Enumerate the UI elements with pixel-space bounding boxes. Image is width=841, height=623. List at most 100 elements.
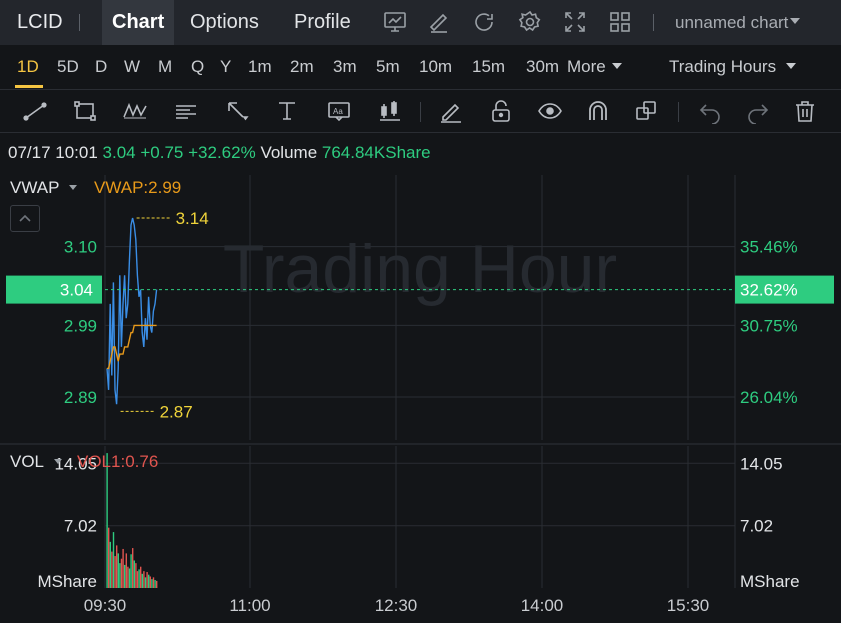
chart-name-label: unnamed chart: [675, 13, 789, 32]
volume-bar: [111, 551, 113, 588]
interval-w[interactable]: W: [124, 57, 140, 77]
edit-icon[interactable]: [427, 10, 451, 34]
fullscreen-icon[interactable]: [563, 10, 587, 34]
price-range-icon[interactable]: [275, 98, 301, 124]
volume-tick-right: 14.05: [740, 454, 783, 473]
volume-bar: [152, 577, 155, 588]
x-tick-label: 09:30: [84, 596, 127, 615]
interval-m[interactable]: M: [158, 57, 172, 77]
interval-15m[interactable]: 15m: [472, 57, 505, 77]
candle-icon[interactable]: [377, 98, 403, 124]
eye-icon[interactable]: [537, 98, 563, 124]
chart-canvas[interactable]: Trading Hour 3.10 2.99 2.89 35.46% 30.75% 26.0…: [0, 170, 841, 623]
price-tick-left: 2.89: [64, 388, 97, 407]
tab-options[interactable]: Options: [190, 0, 259, 45]
volume-bar: [138, 569, 140, 588]
interval-1d[interactable]: 1D: [17, 57, 39, 77]
vwap-indicator-toggle[interactable]: VWAP: [10, 178, 78, 198]
chevron-down-icon: [54, 459, 63, 464]
volume-bar: [143, 571, 145, 588]
chart-name-dropdown[interactable]: unnamed chart: [675, 13, 801, 33]
text-note-icon[interactable]: [173, 98, 199, 124]
volume-bar: [144, 577, 147, 588]
tab-chart[interactable]: Chart: [102, 0, 175, 45]
high-marker-label: 3.14: [176, 209, 209, 228]
volume-bar: [125, 553, 127, 588]
redo-icon[interactable]: [745, 98, 771, 125]
trend-line-icon[interactable]: [22, 98, 48, 124]
divider: [653, 14, 654, 31]
volume-bar: [132, 548, 134, 588]
volume-bar: [148, 574, 150, 588]
interval-30m[interactable]: 30m: [526, 57, 559, 77]
volume-bar: [154, 580, 156, 588]
layers-icon[interactable]: [633, 98, 659, 124]
vwap-indicator-name: VWAP: [10, 178, 60, 197]
volume-bar: [108, 527, 110, 588]
session-dropdown[interactable]: Trading Hours: [669, 57, 797, 77]
label-icon[interactable]: Aa: [326, 98, 352, 124]
volume-bar: [130, 554, 132, 588]
drawing-toolbar: Aa: [0, 89, 841, 133]
trash-icon[interactable]: [792, 98, 818, 124]
volume-bar: [116, 545, 118, 588]
quote-volume-label: Volume: [260, 143, 318, 162]
vol-indicator-value: VOL1:0.76: [77, 452, 159, 471]
pct-tick-right: 35.46%: [740, 238, 798, 257]
divider: [79, 14, 80, 31]
vol-indicator-name: VOL: [10, 452, 45, 471]
x-tick-label: 11:00: [229, 596, 270, 615]
arrow-icon[interactable]: [224, 98, 250, 124]
vol-indicator-toggle[interactable]: VOL: [10, 452, 63, 472]
chart-area[interactable]: Trading Hour 3.10 2.99 2.89 35.46% 30.75% 26.0…: [0, 170, 841, 623]
quote-change: +0.75: [140, 143, 184, 162]
interval-5m[interactable]: 5m: [376, 57, 400, 77]
interval-y[interactable]: Y: [220, 57, 231, 77]
interval-bar: 1D 5D D W M Q Y 1m 2m 3m 5m 10m 15m 30m …: [0, 45, 841, 89]
rectangle-icon[interactable]: [72, 98, 98, 124]
volume-bar: [120, 558, 123, 588]
interval-3m[interactable]: 3m: [333, 57, 357, 77]
volume-tick-left: 7.02: [64, 517, 97, 536]
interval-1m[interactable]: 1m: [248, 57, 272, 77]
quote-change-pct: +32.62%: [188, 143, 256, 162]
volume-unit-left: MShare: [37, 572, 97, 591]
top-bar: LCID Chart Options Profile unnamed chart: [0, 0, 841, 45]
interval-5d[interactable]: 5D: [57, 57, 79, 77]
x-tick-label: 15:30: [667, 596, 710, 615]
watermark-text: Trading Hour: [223, 231, 617, 307]
low-marker-label: 2.87: [160, 402, 193, 421]
volume-bar: [128, 568, 131, 588]
volume-bar: [156, 580, 158, 588]
chart-screen-icon[interactable]: [383, 10, 407, 34]
interval-more-dropdown[interactable]: More: [567, 57, 622, 77]
current-pct-tag-label: 32.62%: [740, 281, 798, 300]
magnet-icon[interactable]: [585, 98, 611, 124]
interval-d[interactable]: D: [95, 57, 107, 77]
undo-icon[interactable]: [697, 98, 723, 125]
brush-icon[interactable]: [438, 98, 464, 124]
session-label: Trading Hours: [669, 57, 777, 76]
divider: [420, 102, 421, 122]
lock-icon[interactable]: [488, 98, 514, 124]
interval-10m[interactable]: 10m: [419, 57, 452, 77]
collapse-panel-button[interactable]: [10, 205, 40, 232]
layout-grid-icon[interactable]: [608, 10, 632, 34]
pattern-icon[interactable]: [122, 98, 148, 124]
refresh-icon[interactable]: [472, 10, 496, 34]
volume-bar: [146, 572, 148, 588]
volume-bar: [109, 541, 111, 588]
volume-bar: [127, 566, 129, 588]
ticker-symbol[interactable]: LCID: [17, 11, 63, 34]
volume-bar: [122, 548, 124, 588]
volume-unit-right: MShare: [740, 572, 800, 591]
price-tick-left: 2.99: [64, 316, 97, 335]
quote-line: 07/17 10:01 3.04 +0.75 +32.62% Volume 76…: [8, 143, 431, 163]
price-line: [106, 217, 158, 405]
interval-q[interactable]: Q: [191, 57, 204, 77]
current-price-tag-label: 3.04: [60, 281, 93, 300]
interval-2m[interactable]: 2m: [290, 57, 314, 77]
volume-bar: [106, 453, 108, 588]
settings-icon[interactable]: [518, 10, 542, 34]
tab-profile[interactable]: Profile: [294, 0, 351, 45]
